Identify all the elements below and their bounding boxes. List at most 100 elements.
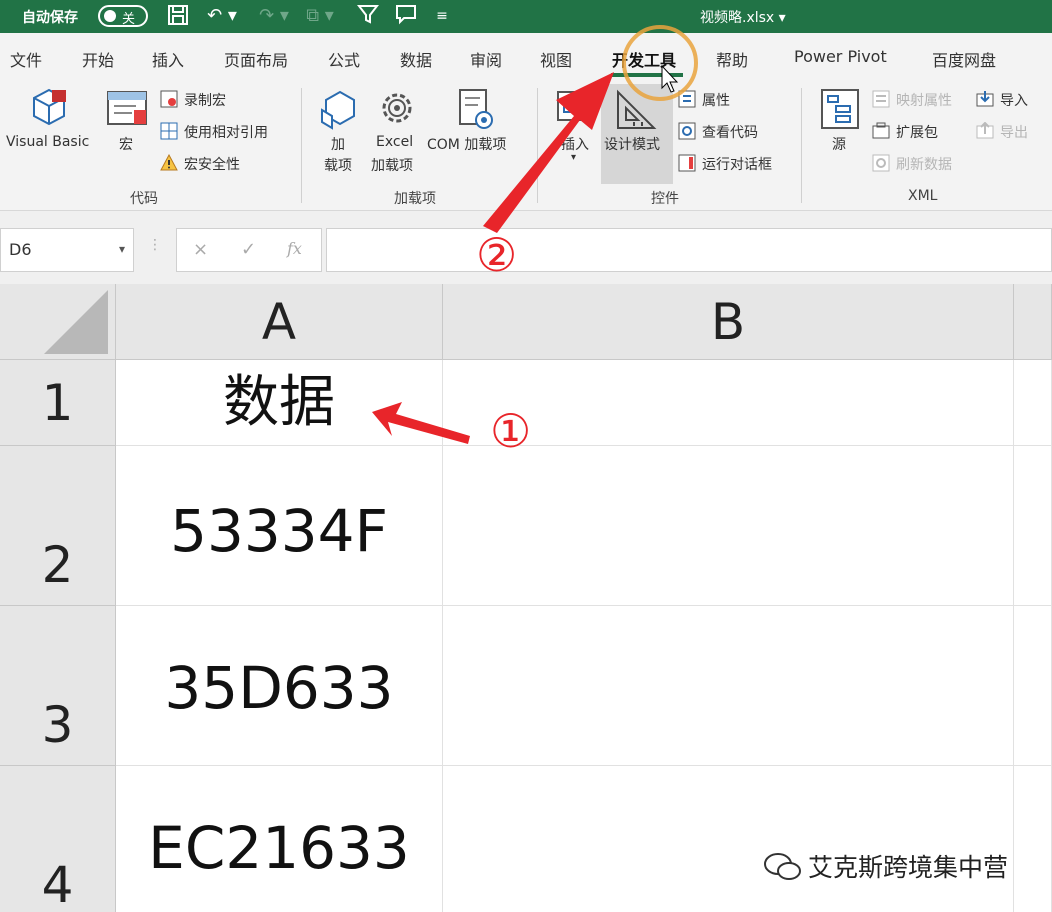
column-header-a[interactable]: A <box>116 284 443 360</box>
cell-b4[interactable] <box>443 766 1014 912</box>
macros-icon[interactable] <box>106 90 148 130</box>
tab-help[interactable]: 帮助 <box>716 47 748 71</box>
excel-addins-label-line1[interactable]: Excel <box>376 134 413 150</box>
xml-source-label[interactable]: 源 <box>832 134 846 154</box>
formula-bar: D6 ▾ ⋮ × ✓ fx <box>0 211 1052 284</box>
insert-control-label[interactable]: 插入 <box>561 134 589 154</box>
warning-icon[interactable] <box>160 154 178 172</box>
cell-c4[interactable] <box>1014 766 1052 912</box>
insert-control-icon[interactable] <box>556 90 596 130</box>
view-code-label[interactable]: 查看代码 <box>702 122 758 142</box>
addins-label-line2[interactable]: 载项 <box>324 155 352 175</box>
export-label: 导出 <box>1000 125 1028 141</box>
drag-handle-icon[interactable]: ⋮ <box>148 237 162 253</box>
import-icon[interactable] <box>976 90 994 108</box>
cell-a1[interactable]: 数据 <box>116 360 443 446</box>
relative-reference-label[interactable]: 使用相对引用 <box>184 122 268 142</box>
run-dialog-icon[interactable] <box>678 154 696 172</box>
code-group-label: 代码 <box>130 191 158 207</box>
macros-label[interactable]: 宏 <box>119 134 133 154</box>
tab-developer[interactable]: 开发工具 <box>612 47 676 71</box>
undo-icon[interactable]: ↶ ▾ <box>200 3 244 29</box>
cell-a2[interactable]: 53334F <box>116 446 443 606</box>
visual-basic-label[interactable]: Visual Basic <box>6 134 89 150</box>
active-tab-underline <box>611 73 683 77</box>
toggle-knob <box>104 10 116 22</box>
tab-baidu-netdisk[interactable]: 百度网盘 <box>932 47 996 71</box>
name-box[interactable]: D6 ▾ <box>0 228 134 272</box>
insert-function-icon[interactable]: fx <box>287 239 302 258</box>
tab-power-pivot[interactable]: Power Pivot <box>794 47 887 66</box>
design-mode-icon[interactable] <box>614 88 658 132</box>
ribbon-body: Visual Basic 宏 录制宏 使用相对引用 宏安全性 代码 加 载项 E… <box>0 78 1052 211</box>
design-mode-label[interactable]: 设计模式 <box>604 134 660 154</box>
cell-c2[interactable] <box>1014 446 1052 606</box>
step-1-label: ① <box>490 404 532 458</box>
filter-icon[interactable] <box>354 3 382 29</box>
row-header-4[interactable]: 4 <box>0 766 116 912</box>
chevron-down-icon[interactable]: ▾ <box>571 152 576 163</box>
tab-review[interactable]: 审阅 <box>470 47 502 71</box>
xml-group-label: XML <box>908 188 938 204</box>
tab-view[interactable]: 视图 <box>540 47 572 71</box>
cell-b3[interactable] <box>443 606 1014 766</box>
select-all-corner[interactable] <box>0 284 116 360</box>
properties-label[interactable]: 属性 <box>702 90 730 110</box>
save-icon[interactable] <box>164 3 192 29</box>
gear-icon[interactable] <box>375 86 419 130</box>
cell-b2[interactable] <box>443 446 1014 606</box>
addins-group-label: 加载项 <box>394 191 436 207</box>
column-header-c[interactable] <box>1014 284 1052 360</box>
com-addins-label[interactable]: COM 加载项 <box>427 134 506 154</box>
tab-data[interactable]: 数据 <box>400 47 432 71</box>
file-name[interactable]: 视频略.xlsx ▾ <box>700 7 786 27</box>
com-addins-icon[interactable] <box>456 88 496 132</box>
row-header-2[interactable]: 2 <box>0 446 116 606</box>
tab-home[interactable]: 开始 <box>82 47 114 71</box>
comment-icon[interactable] <box>392 3 420 29</box>
enter-icon[interactable]: ✓ <box>241 239 256 260</box>
excel-addins-label-line2[interactable]: 加载项 <box>371 155 413 175</box>
visual-basic-icon[interactable] <box>28 86 70 128</box>
group-separator <box>301 88 302 203</box>
cell-a3[interactable]: 35D633 <box>116 606 443 766</box>
column-header-b[interactable]: B <box>443 284 1014 360</box>
export-icon <box>976 122 994 139</box>
map-properties-icon <box>872 90 890 108</box>
autosave-state: 关 <box>122 12 136 27</box>
worksheet-grid: A B 1 数据 2 53334F 3 35D633 4 EC21633 <box>0 284 1052 912</box>
map-properties-label: 映射属性 <box>896 93 952 109</box>
row-header-3[interactable]: 3 <box>0 606 116 766</box>
record-macro-label[interactable]: 录制宏 <box>184 90 226 110</box>
expansion-packs-label[interactable]: 扩展包 <box>896 122 938 142</box>
cell-a4[interactable]: EC21633 <box>116 766 443 912</box>
chevron-down-icon[interactable]: ▾ <box>119 242 125 256</box>
ribbon-tabs: 文件 开始 插入 页面布局 公式 数据 审阅 视图 开发工具 帮助 Power … <box>0 33 1052 78</box>
watermark-text: 艾克斯跨境集中营 <box>808 853 1009 882</box>
tab-file[interactable]: 文件 <box>10 47 42 71</box>
xml-source-icon[interactable] <box>820 88 860 132</box>
name-box-value: D6 <box>9 240 32 259</box>
cancel-icon[interactable]: × <box>193 239 208 260</box>
tab-page-layout[interactable]: 页面布局 <box>224 47 288 71</box>
group-separator <box>801 88 802 203</box>
tab-formulas[interactable]: 公式 <box>328 47 360 71</box>
autosave-toggle[interactable]: 关 <box>98 5 148 27</box>
customize-toolbar-icon[interactable]: ≡ <box>432 3 452 29</box>
expansion-packs-icon[interactable] <box>872 122 890 140</box>
row-header-1[interactable]: 1 <box>0 360 116 446</box>
import-label[interactable]: 导入 <box>1000 90 1028 110</box>
addins-label-line1[interactable]: 加 <box>331 134 345 154</box>
macro-security-label[interactable]: 宏安全性 <box>184 154 240 174</box>
run-dialog-label[interactable]: 运行对话框 <box>702 154 772 174</box>
cell-c3[interactable] <box>1014 606 1052 766</box>
properties-icon[interactable] <box>678 90 696 108</box>
formula-input[interactable] <box>326 228 1052 272</box>
relative-reference-icon[interactable] <box>160 122 178 140</box>
tab-insert[interactable]: 插入 <box>152 47 184 71</box>
addins-icon[interactable] <box>318 88 362 132</box>
view-code-icon[interactable] <box>678 122 696 140</box>
cell-c1[interactable] <box>1014 360 1052 446</box>
excel-window: 自动保存 关 ↶ ▾ ↷ ▾ ⧉ ▾ ≡ 视频略.xlsx ▾ 文件 开始 插入… <box>0 0 1052 912</box>
record-macro-icon[interactable] <box>160 90 178 108</box>
